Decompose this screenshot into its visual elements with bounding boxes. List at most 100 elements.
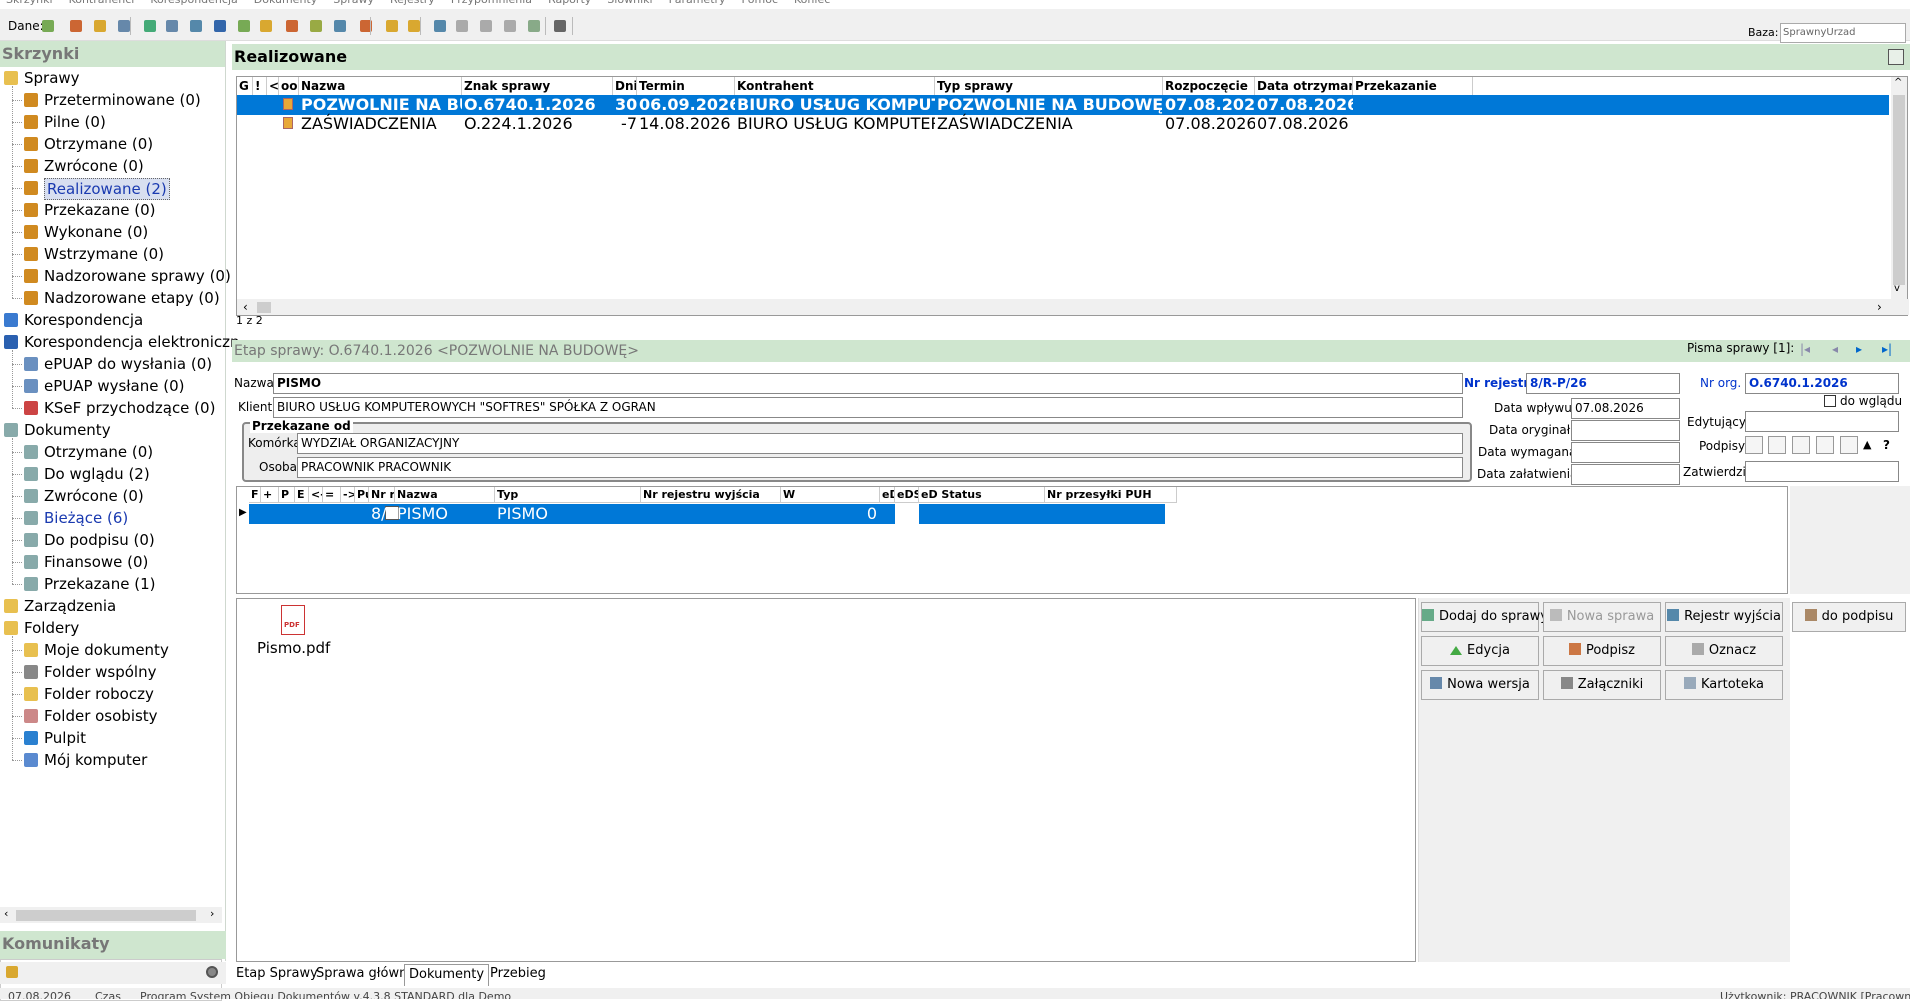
column-header-12[interactable]: Przekazanie (1353, 77, 1473, 95)
nazwa-field[interactable]: PISMO (273, 373, 1463, 394)
cases-vertical-scrollbar[interactable]: ^ v (1891, 77, 1907, 299)
podpis-slot-2[interactable] (1768, 436, 1786, 454)
scroll-left-icon[interactable]: ‹ (243, 300, 248, 314)
zatwierdzil-field[interactable] (1745, 461, 1899, 482)
doc-column-header-5[interactable]: = (323, 487, 341, 503)
menu-item-5[interactable]: Rejestry (390, 0, 435, 6)
doc-column-header-13[interactable]: eDT (880, 487, 895, 503)
toolbar-arrow-icon[interactable] (282, 16, 301, 35)
column-header-10[interactable]: Rozpoczęcie (1163, 77, 1255, 95)
dodaj-do-sprawy-button[interactable]: Dodaj do sprawy (1421, 602, 1548, 632)
data-wymagana-field[interactable] (1571, 442, 1680, 463)
settings-icon[interactable] (206, 966, 218, 978)
toolbar-tool3-icon[interactable] (500, 16, 519, 35)
menu-item-10[interactable]: Pomoc (742, 0, 778, 6)
scroll-down-icon[interactable]: v (1894, 283, 1900, 294)
nowa-wersja-button[interactable]: Nowa wersja (1421, 670, 1539, 700)
toolbar-folder-open-icon[interactable] (90, 16, 109, 35)
doc-column-header-11[interactable]: Nr rejestru wyjścia (641, 487, 781, 503)
toolbar-person-icon[interactable] (66, 16, 85, 35)
osoba-field[interactable]: PRACOWNIK PRACOWNIK (297, 457, 1463, 478)
column-header-6[interactable]: Dni (613, 77, 637, 95)
data-wplywu-field[interactable]: 07.08.2026 (1571, 398, 1680, 419)
column-header-8[interactable]: Kontrahent (735, 77, 935, 95)
edytujacy-field[interactable] (1745, 411, 1899, 432)
doc-column-header-2[interactable]: P (279, 487, 295, 503)
klient-field[interactable]: BIURO USŁUG KOMPUTEROWYCH "SOFTRES" SPÓŁ… (273, 397, 1463, 418)
doc-column-header-8[interactable]: Nr rejestru (369, 487, 395, 503)
toolbar-tool1-icon[interactable] (452, 16, 471, 35)
expand-up-icon[interactable]: ▲ (1863, 438, 1871, 451)
tab-przebieg[interactable]: Przebieg (486, 964, 550, 986)
toolbar-binoculars-icon[interactable] (550, 16, 569, 35)
toolbar-fire-icon[interactable] (430, 16, 449, 35)
toolbar-copy-icon[interactable] (162, 16, 181, 35)
doc-column-header-1[interactable]: + (261, 487, 279, 503)
oznacz-button[interactable]: Oznacz (1665, 636, 1783, 666)
toolbar-notes-icon[interactable] (256, 16, 275, 35)
tab-dokumenty[interactable]: Dokumenty (404, 964, 490, 986)
scroll-up-icon[interactable]: ^ (1894, 77, 1902, 88)
column-header-0[interactable]: G (237, 77, 253, 95)
menu-item-3[interactable]: Dokumenty (254, 0, 317, 6)
prev-record-icon[interactable]: ◂ (1832, 342, 1838, 356)
column-header-7[interactable]: Termin (637, 77, 735, 95)
toolbar-chart-icon[interactable] (306, 16, 325, 35)
podpisz-button[interactable]: Podpisz (1543, 636, 1661, 666)
nr-rejestr-field[interactable]: 8/R-P/26 (1526, 373, 1680, 394)
edycja-button[interactable]: Edycja (1421, 636, 1539, 666)
baza-field[interactable]: SprawnyUrzad (1780, 23, 1906, 43)
scroll-thumb[interactable] (257, 302, 271, 313)
pdf-file-name[interactable]: Pismo.pdf (257, 639, 330, 657)
toolbar-doc-icon[interactable] (210, 16, 229, 35)
tab-etap-sprawy[interactable]: Etap Sprawy (232, 964, 322, 986)
column-header-1[interactable]: ! (253, 77, 267, 95)
column-header-2[interactable]: < (267, 77, 279, 95)
next-record-icon[interactable]: ▸ (1856, 342, 1862, 356)
first-record-icon[interactable]: |◂ (1800, 342, 1810, 356)
doc-column-header-4[interactable]: <- (309, 487, 323, 503)
toolbar-refresh-icon[interactable] (356, 16, 375, 35)
podpis-slot-5[interactable] (1840, 436, 1858, 454)
menu-item-11[interactable]: Koniec (794, 0, 830, 6)
do-podpisu-button[interactable]: do podpisu (1792, 602, 1906, 632)
menu-item-6[interactable]: Przypomnienia (451, 0, 532, 6)
komorka-field[interactable]: WYDZIAŁ ORGANIZACYJNY (297, 433, 1463, 454)
column-header-3[interactable]: oo (279, 77, 299, 95)
rejestr-wyjscia-button[interactable]: Rejestr wyjścia (1665, 602, 1783, 632)
nowa-sprawa-button[interactable]: Nowa sprawa (1543, 602, 1661, 632)
scroll-thumb[interactable] (1893, 95, 1905, 285)
menu-item-1[interactable]: Kontrahenci (69, 0, 135, 6)
column-header-9[interactable]: Typ sprawy (935, 77, 1163, 95)
menu-item-8[interactable]: Słowniki (607, 0, 652, 6)
doc-column-header-6[interactable]: -> (341, 487, 355, 503)
doc-column-header-14[interactable]: eDS (895, 487, 919, 503)
data-oryginalu-field[interactable] (1571, 420, 1680, 441)
podpis-slot-3[interactable] (1792, 436, 1810, 454)
nr-org-field[interactable]: O.6740.1.2026 (1745, 373, 1899, 394)
toolbar-save-icon[interactable] (234, 16, 253, 35)
toolbar-box-icon[interactable] (382, 16, 401, 35)
toolbar-import-icon[interactable] (186, 16, 205, 35)
podpis-slot-1[interactable] (1745, 436, 1763, 454)
speaker-icon[interactable] (6, 966, 18, 978)
column-header-5[interactable]: Znak sprawy (462, 77, 613, 95)
doc-column-header-16[interactable]: Nr przesyłki PUH (1045, 487, 1177, 503)
doc-column-header-15[interactable]: eD Status (919, 487, 1045, 503)
zalaczniki-button[interactable]: Załączniki (1543, 670, 1661, 700)
cases-horizontal-scrollbar[interactable]: ‹ › (237, 299, 1909, 315)
scroll-right-icon[interactable]: › (1877, 300, 1882, 314)
doc-column-header-7[interactable]: Pub (355, 487, 369, 503)
menu-item-7[interactable]: Raporty (548, 0, 591, 6)
do-wgladu-checkbox[interactable] (1824, 395, 1836, 407)
last-record-icon[interactable]: ▸| (1882, 342, 1892, 356)
toolbar-check-icon[interactable] (524, 16, 543, 35)
doc-column-header-9[interactable]: Nazwa (395, 487, 495, 503)
data-zalatwienia-field[interactable] (1571, 464, 1680, 485)
help-icon[interactable]: ? (1883, 438, 1890, 452)
toolbar-calendar-icon[interactable] (330, 16, 349, 35)
doc-column-header-0[interactable]: F (249, 487, 261, 503)
menu-item-0[interactable]: Skrzynki (6, 0, 53, 6)
toolbar-add-icon[interactable] (140, 16, 159, 35)
toolbar-tool2-icon[interactable] (476, 16, 495, 35)
